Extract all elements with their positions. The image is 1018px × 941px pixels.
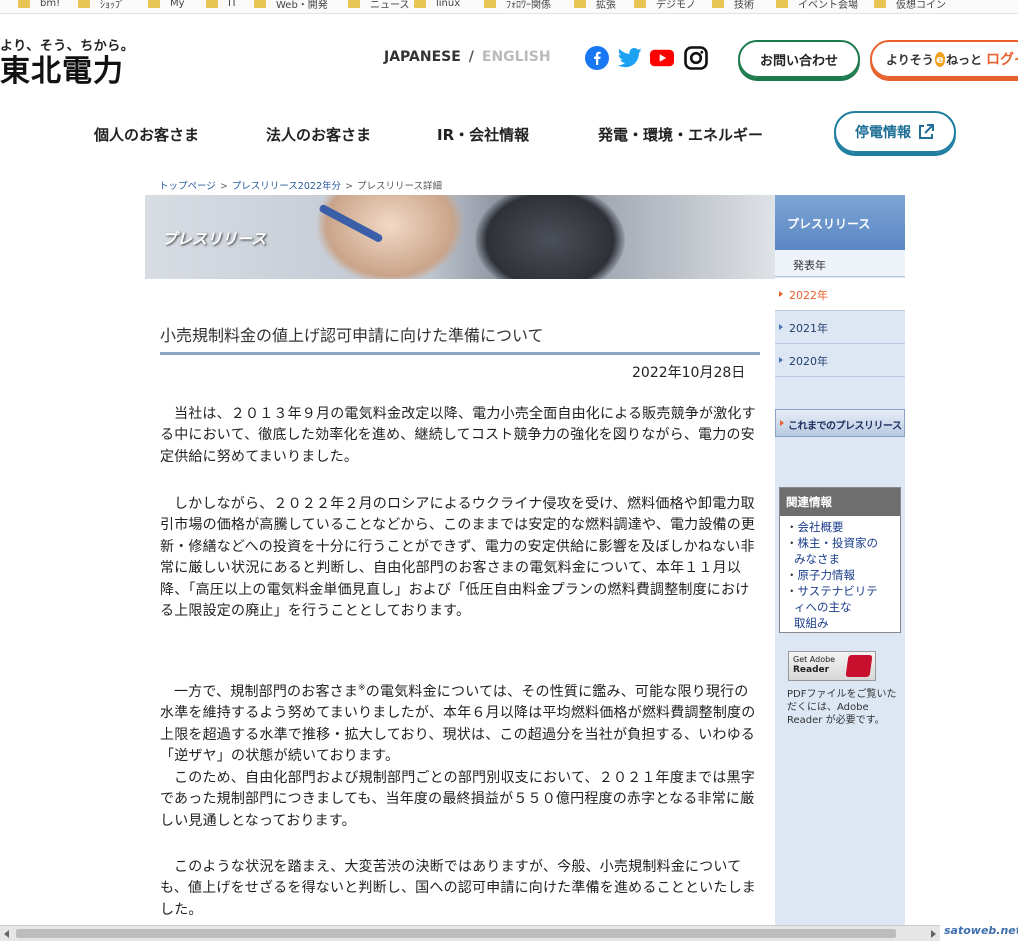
youtube-icon[interactable]	[650, 46, 674, 70]
bookmark-item[interactable]: linux	[414, 0, 460, 11]
related-info-list: ・会社概要 ・株主・投資家の みなさま ・原子力情報 ・サステナビリテ ィへの主…	[780, 516, 900, 631]
get-adobe-reader-badge[interactable]: Get Adobe Reader	[788, 651, 876, 681]
login-label-prefix: よりそう	[886, 52, 934, 67]
triangle-right-icon	[780, 420, 784, 426]
related-info-heading: 関連情報	[780, 488, 900, 516]
breadcrumb-separator: >	[344, 181, 353, 192]
banner-photo-hand	[315, 195, 465, 279]
nav-power-environment[interactable]: 発電・環境・エネルギー	[598, 124, 763, 145]
watermark: satoweb.net	[944, 924, 1018, 937]
article-title: 小売規制料金の値上げ認可申請に向けた準備について	[160, 326, 544, 345]
article-paragraph: しかしながら、２０２２年２月のロシアによるウクライナ侵攻を受け、燃料価格や卸電力…	[160, 496, 756, 620]
press-release-banner: プレスリリース	[145, 195, 775, 279]
sidebar-heading[interactable]: プレスリリース	[775, 195, 905, 250]
related-link-sustainability[interactable]: ・サステナビリテ	[786, 583, 900, 599]
contact-button[interactable]: お問い合わせ	[738, 40, 860, 78]
nav-ir-company[interactable]: IR・会社情報	[437, 124, 529, 145]
related-link-investors[interactable]: ・株主・投資家の	[786, 535, 900, 551]
login-label-suffix: ねっと	[945, 52, 982, 67]
site-logo[interactable]: 東北電力	[0, 52, 124, 92]
bookmark-item[interactable]: IT	[206, 0, 237, 11]
bookmarks-bar: bm! ｼｮｯﾌﾟ My IT Web・開発 ニュース linux ﾌｫﾛﾜｰ関…	[0, 0, 1018, 14]
breadcrumb-current: プレスリリース詳細	[356, 181, 442, 192]
sidebar-year-2021[interactable]: 2021年	[775, 311, 905, 344]
yorisou-enet-login-button[interactable]: よりそうeねっとログイ	[870, 40, 1018, 78]
lang-separator: /	[468, 49, 474, 65]
related-link-company-profile[interactable]: ・会社概要	[786, 519, 900, 535]
folder-icon	[874, 0, 886, 8]
past-press-releases-button[interactable]: これまでのプレスリリース	[775, 409, 905, 437]
folder-icon	[634, 0, 646, 8]
bookmark-item[interactable]: ｼｮｯﾌﾟ	[78, 0, 125, 11]
folder-icon	[348, 0, 360, 8]
breadcrumb-separator: >	[219, 181, 228, 192]
triangle-right-icon	[779, 324, 783, 330]
related-link-nuclear[interactable]: ・原子力情報	[786, 567, 900, 583]
folder-icon	[712, 0, 724, 8]
footnote-mark: ※	[358, 683, 366, 693]
lang-english-link[interactable]: ENGLISH	[482, 49, 551, 65]
folder-icon	[484, 0, 496, 8]
twitter-icon[interactable]	[618, 46, 642, 70]
article-paragraph: 一方で、規制部門のお客さま※の電気料金については、その性質に鑑み、可能な限り現行…	[160, 683, 756, 765]
title-divider	[160, 352, 760, 355]
bookmark-item[interactable]: 拡張	[574, 0, 616, 11]
folder-icon	[18, 0, 30, 8]
scroll-left-icon[interactable]	[4, 930, 9, 938]
article-date: 2022年10月28日	[632, 365, 746, 381]
bookmark-item[interactable]: bm!	[18, 0, 60, 11]
sidebar: プレスリリース 発表年 2022年 2021年 2020年 これまでのプレスリリ…	[775, 195, 905, 941]
instagram-icon[interactable]	[684, 46, 708, 70]
breadcrumb-year-link[interactable]: プレスリリース2022年分	[232, 181, 341, 192]
folder-icon	[776, 0, 788, 8]
triangle-right-icon	[779, 357, 783, 363]
breadcrumb-top-link[interactable]: トップページ	[159, 181, 216, 192]
bookmark-item[interactable]: イベント会場	[776, 0, 858, 11]
folder-icon	[206, 0, 218, 8]
related-link-sustainability[interactable]: ィへの主な	[786, 599, 900, 615]
folder-icon	[414, 0, 426, 8]
language-switch: JAPANESE / ENGLISH	[384, 49, 551, 65]
bookmark-item[interactable]: 技術	[712, 0, 754, 11]
folder-icon	[574, 0, 586, 8]
sidebar-subheading: 発表年	[775, 250, 905, 277]
outage-info-label: 停電情報	[855, 125, 911, 141]
lang-japanese-link[interactable]: JAPANESE	[384, 49, 461, 65]
external-link-icon	[919, 124, 934, 139]
banner-photo-person	[475, 195, 625, 279]
breadcrumb: トップページ > プレスリリース2022年分 > プレスリリース詳細	[159, 178, 442, 192]
nav-corporate[interactable]: 法人のお客さま	[266, 124, 371, 145]
pdf-reader-note: PDFファイルをご覧いただくには、Adobe Reader が必要です。	[787, 689, 897, 726]
bookmark-item[interactable]: 仮想コイン	[874, 0, 946, 11]
sidebar-year-2020[interactable]: 2020年	[775, 344, 905, 377]
related-link-sustainability[interactable]: 取組み	[786, 615, 900, 631]
bookmark-item[interactable]: ﾌｫﾛﾜｰ関係	[484, 0, 551, 11]
facebook-icon[interactable]	[585, 46, 609, 70]
article-paragraph: このような状況を踏まえ、大変苦渋の決断ではありますが、今般、小売規制料金について…	[160, 859, 756, 918]
outage-info-button[interactable]: 停電情報	[834, 111, 956, 153]
sidebar-year-2022[interactable]: 2022年	[775, 278, 905, 311]
article-paragraph: 当社は、２０１３年９月の電気料金改定以降、電力小売全面自由化による販売競争が激化…	[160, 406, 756, 465]
folder-icon	[148, 0, 160, 8]
related-link-investors[interactable]: みなさま	[786, 551, 900, 567]
bookmark-item[interactable]: Web・開発	[254, 0, 328, 11]
folder-icon	[254, 0, 266, 8]
enet-e-icon: e	[934, 51, 945, 67]
related-info-box: 関連情報 ・会社概要 ・株主・投資家の みなさま ・原子力情報 ・サステナビリテ…	[779, 487, 901, 633]
article-paragraph: このため、自由化部門および規制部門ごとの部門別収支において、２０２１年度までは黒…	[160, 770, 755, 829]
folder-icon	[78, 0, 90, 8]
login-label-action: ログイ	[986, 52, 1018, 68]
adobe-reader-icon	[845, 655, 873, 677]
triangle-right-icon	[779, 291, 783, 297]
banner-title: プレスリリース	[162, 230, 267, 248]
nav-individual[interactable]: 個人のお客さま	[94, 124, 199, 145]
scroll-right-icon[interactable]	[931, 930, 936, 938]
horizontal-scrollbar[interactable]	[0, 925, 940, 941]
scrollbar-thumb[interactable]	[16, 929, 896, 938]
bookmark-item[interactable]: デジモノ	[634, 0, 696, 11]
bookmark-item[interactable]: ニュース	[348, 0, 410, 11]
bookmark-item[interactable]: My	[148, 0, 185, 11]
